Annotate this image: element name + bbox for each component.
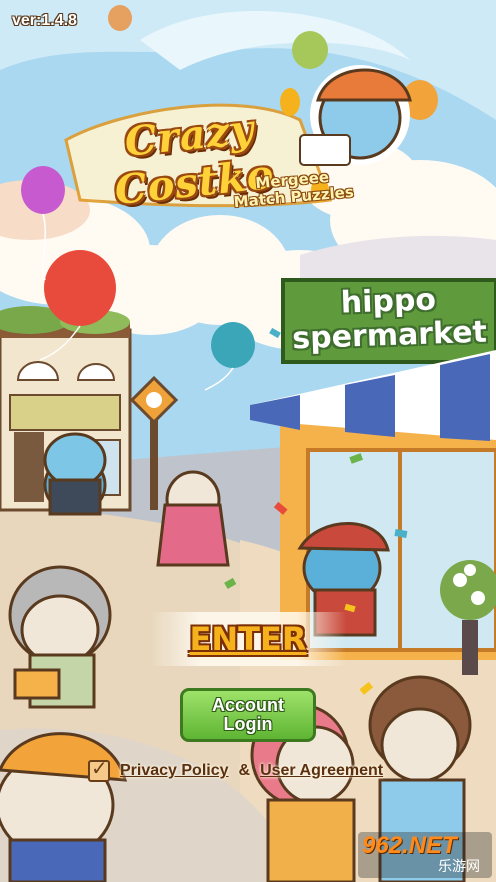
account-login-line2: Login	[223, 714, 273, 734]
account-login-button[interactable]: Account Login	[180, 688, 316, 742]
privacy-policy-link[interactable]: Privacy Policy	[120, 762, 229, 780]
store-sign-text: hippo spermarket	[281, 281, 496, 356]
agreement-checkbox[interactable]: ✓	[88, 756, 110, 782]
user-agreement-link[interactable]: User Agreement	[260, 762, 383, 780]
agreement-row: ✓ Privacy Policy & User Agreement	[88, 756, 383, 784]
account-login-line1: Account	[212, 695, 284, 715]
checkmark-icon: ✓	[91, 756, 108, 780]
enter-button[interactable]: ENTER	[150, 614, 346, 664]
version-label: ver:1.4.8	[12, 12, 77, 29]
watermark-subtext: 乐游网	[438, 859, 480, 875]
agreement-separator: &	[238, 762, 251, 779]
